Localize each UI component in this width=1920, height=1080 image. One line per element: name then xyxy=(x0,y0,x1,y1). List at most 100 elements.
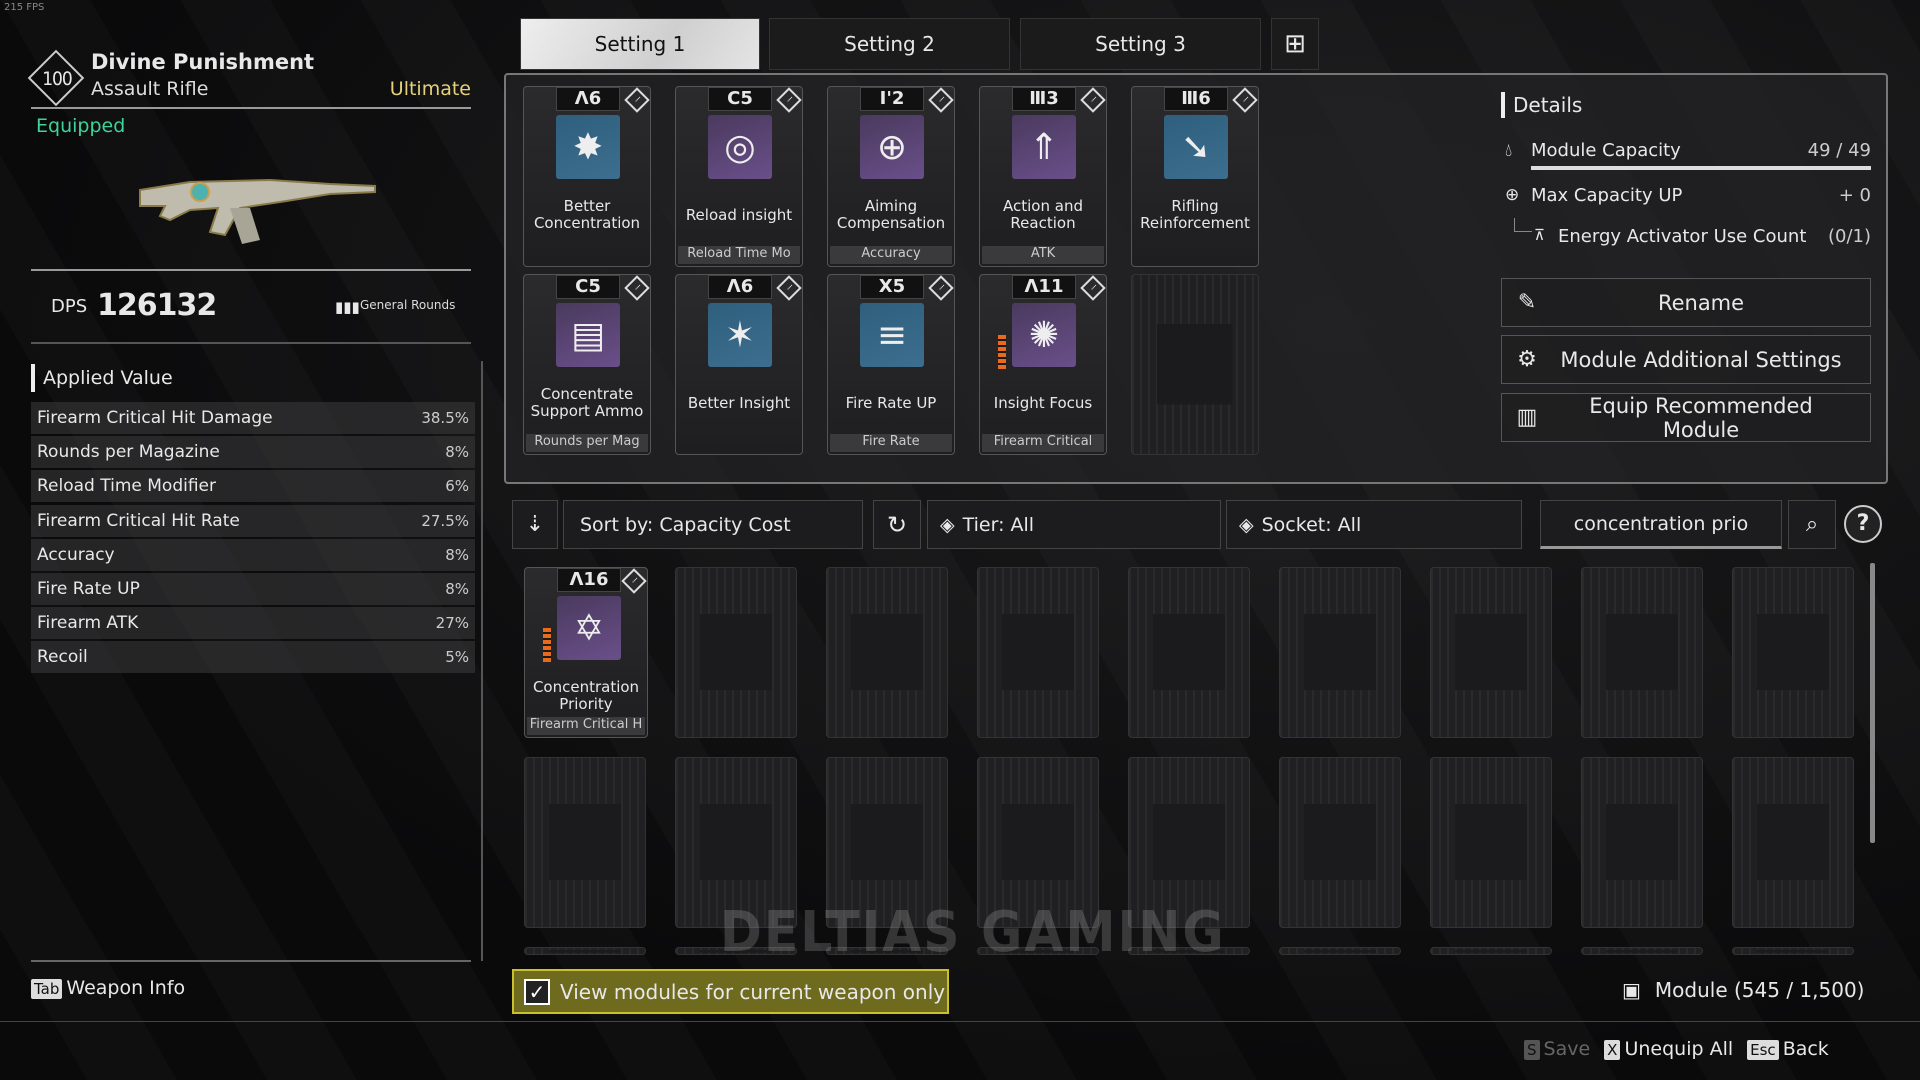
add-setting-grid-icon[interactable]: ⊞ xyxy=(1271,18,1319,70)
module-name: Action and Reaction xyxy=(1003,197,1083,232)
back-button[interactable]: Esc Back xyxy=(1747,1038,1829,1060)
tab-setting-2[interactable]: Setting 2 xyxy=(769,18,1010,70)
module-card[interactable]: I'2 ⁞ ⊕ Aiming Compensation Accuracy xyxy=(827,86,955,267)
stat-label: Recoil xyxy=(37,647,88,668)
tab-setting-1[interactable]: Setting 1 xyxy=(520,18,760,70)
empty-inventory-slot xyxy=(524,947,646,955)
search-input[interactable]: concentration prio xyxy=(1540,500,1782,549)
edit-icon: ✎ xyxy=(1517,290,1537,315)
module-card[interactable]: Ⅲ3 ⁞ ⇑ Action and Reaction ATK xyxy=(979,86,1107,267)
max-capacity-row: Max Capacity UP + 0 xyxy=(1505,185,1871,206)
equip-recommended-module-button[interactable]: ▥ Equip Recommended Module xyxy=(1501,393,1871,442)
socket-icon: ⁞ xyxy=(1232,87,1258,113)
stat-value: 8% xyxy=(445,443,469,462)
energy-activator-value: (0/1) xyxy=(1827,226,1871,247)
module-card[interactable]: Λ16 ⁞ ✡ Concentration Priority Firearm C… xyxy=(524,567,648,738)
module-stat: Fire Rate xyxy=(830,434,952,452)
module-cost: Ⅲ6 xyxy=(1164,87,1228,111)
enhancement-level-bar xyxy=(998,335,1006,369)
sort-dropdown[interactable]: Sort by: Capacity Cost xyxy=(563,500,863,549)
module-name: Aiming Compensation xyxy=(836,197,946,232)
stat-value: 27% xyxy=(435,614,469,633)
module-icon: ✡ xyxy=(557,596,621,660)
module-inventory-icon: ▣ xyxy=(1622,978,1641,1002)
refresh-icon[interactable]: ↻ xyxy=(873,500,921,549)
weapon-info-hint[interactable]: Tab Weapon Info xyxy=(31,977,185,999)
module-icon: ≡ xyxy=(860,303,924,367)
weapon-type: Assault Rifle xyxy=(91,78,209,100)
module-stat: Accuracy xyxy=(830,246,952,264)
module-name: Concentrate Support Ammo xyxy=(530,385,644,420)
empty-inventory-slot xyxy=(1732,757,1854,928)
module-stat: Firearm Critical xyxy=(982,434,1104,452)
inventory-scrollbar[interactable] xyxy=(1870,563,1875,843)
module-card[interactable]: C5 ⁞ ▤ Concentrate Support Ammo Rounds p… xyxy=(523,274,651,455)
empty-module-slot[interactable] xyxy=(1131,274,1259,455)
weapon-name: Divine Punishment xyxy=(91,50,315,74)
socket-icon: ⁞ xyxy=(928,87,954,113)
module-additional-settings-button[interactable]: ⚙ Module Additional Settings xyxy=(1501,335,1871,384)
module-stat: Reload Time Mo xyxy=(678,246,800,264)
unequip-all-button[interactable]: X Unequip All xyxy=(1604,1038,1733,1060)
module-icon: ✺ xyxy=(1012,303,1076,367)
module-name: Better Insight xyxy=(687,393,791,412)
stat-value: 5% xyxy=(445,648,469,667)
watermark-logo: DELTIAS GAMING xyxy=(720,900,1226,965)
module-cost: C5 xyxy=(556,275,620,299)
module-cost: C5 xyxy=(708,87,772,111)
module-cost: Λ11 xyxy=(1012,275,1076,299)
module-card[interactable]: Λ11 ⁞ ✺ Insight Focus Firearm Critical xyxy=(979,274,1107,455)
module-capacity-bar xyxy=(1531,166,1871,170)
fps-counter: 215 FPS xyxy=(4,2,45,13)
divider xyxy=(31,269,471,271)
module-card[interactable]: C5 ⁞ ◎ Reload insight Reload Time Mo xyxy=(675,86,803,267)
empty-inventory-slot xyxy=(826,567,948,738)
module-icon: ⇑ xyxy=(1012,115,1076,179)
energy-activator-label: Energy Activator Use Count xyxy=(1558,226,1807,247)
weapon-level: 100 xyxy=(42,68,73,90)
stat-label: Fire Rate UP xyxy=(37,579,140,599)
help-button[interactable]: ? xyxy=(1844,505,1882,543)
weapon-grade: Ultimate xyxy=(389,78,471,100)
enhancement-level-bar xyxy=(543,628,551,662)
search-icon[interactable]: ⌕ xyxy=(1788,500,1836,549)
stat-label: Accuracy xyxy=(37,544,115,565)
module-capacity-value: 49 / 49 xyxy=(1807,140,1871,161)
socket-icon: ⁞ xyxy=(1080,275,1106,301)
socket-icon: ⁞ xyxy=(776,87,802,113)
tier-filter[interactable]: ◈ Tier: All xyxy=(927,500,1221,549)
module-icon: ⊕ xyxy=(860,115,924,179)
module-cost: Ⅲ3 xyxy=(1012,87,1076,111)
footer-divider xyxy=(0,1021,1920,1022)
empty-inventory-slot xyxy=(1581,757,1703,928)
equipped-status: Equipped xyxy=(36,115,126,137)
socket-icon: ⁞ xyxy=(1080,87,1106,113)
tab-setting-3[interactable]: Setting 3 xyxy=(1020,18,1261,70)
applied-value-row: Firearm Critical Hit Damage 38.5% xyxy=(31,402,475,434)
checkmark-icon: ✓ xyxy=(524,978,550,1005)
empty-inventory-slot xyxy=(1430,567,1552,738)
save-button[interactable]: S Save xyxy=(1524,1038,1590,1060)
module-name: Better Concentration xyxy=(533,197,641,232)
view-current-weapon-only-checkbox[interactable]: ✓ View modules for current weapon only xyxy=(512,969,949,1014)
applied-value-title: Applied Value xyxy=(31,364,173,392)
module-icon: ▤ xyxy=(556,303,620,367)
divider xyxy=(31,960,471,962)
module-card[interactable]: Ⅲ6 ⁞ ➘ Rifling Reinforcement xyxy=(1131,86,1259,267)
sort-order-icon[interactable]: ⇣ xyxy=(512,500,558,549)
module-icon: ✸ xyxy=(556,115,620,179)
module-card[interactable]: X5 ⁞ ≡ Fire Rate UP Fire Rate xyxy=(827,274,955,455)
module-card[interactable]: Λ6 ⁞ ✶ Better Insight xyxy=(675,274,803,455)
stat-label: Firearm ATK xyxy=(37,613,139,634)
module-stat: Firearm Critical H xyxy=(527,717,645,735)
module-cost: Λ6 xyxy=(708,275,772,299)
module-card[interactable]: Λ6 ⁞ ✸ Better Concentration xyxy=(523,86,651,267)
rename-button[interactable]: ✎ Rename xyxy=(1501,278,1871,327)
left-panel-scrollbar[interactable] xyxy=(481,361,483,961)
applied-value-row: Rounds per Magazine 8% xyxy=(31,436,475,469)
module-stat: Rounds per Mag xyxy=(526,434,648,452)
socket-filter[interactable]: ◈ Socket: All xyxy=(1226,500,1522,549)
applied-value-row: Recoil 5% xyxy=(31,641,475,674)
dps-label: DPS xyxy=(51,296,88,317)
divider xyxy=(31,107,471,109)
